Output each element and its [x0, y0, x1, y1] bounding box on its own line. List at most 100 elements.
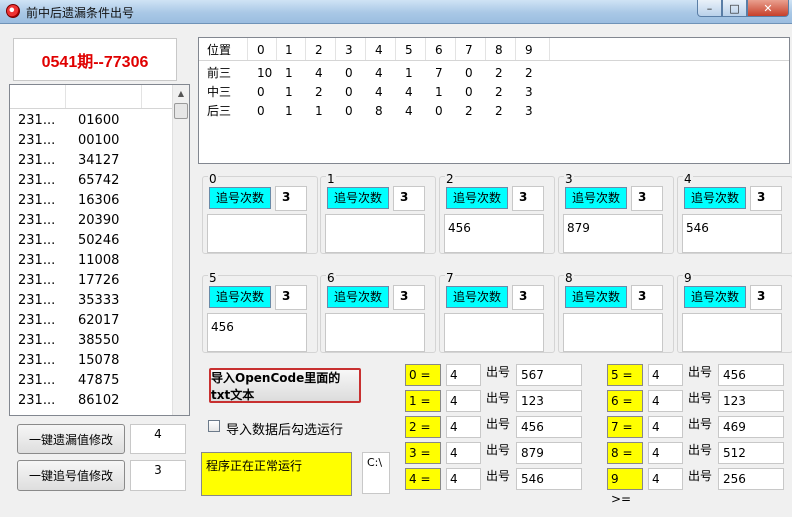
chase-count-field[interactable]: 3 [750, 186, 782, 211]
list-item[interactable]: 231... 17726 [10, 271, 174, 291]
chase-count-field[interactable]: 3 [393, 285, 425, 310]
list-item[interactable]: 231... 65742 [10, 171, 174, 191]
condition-output-field[interactable]: 567 [516, 364, 582, 386]
condition-value-field[interactable]: 4 [446, 364, 481, 386]
list-item[interactable]: 231... 62017 [10, 311, 174, 331]
condition-output-field[interactable]: 546 [516, 468, 582, 490]
path-field[interactable]: C:\ [362, 452, 390, 494]
group-result-field[interactable]: 456 [207, 313, 307, 352]
maximize-button[interactable]: □ [722, 0, 747, 17]
list-item[interactable]: 231... 38550 [10, 331, 174, 351]
group-result-field[interactable]: 546 [682, 214, 782, 253]
list-item[interactable]: 231... 50246 [10, 231, 174, 251]
table-header-cell[interactable]: 2 [315, 42, 323, 58]
table-header-cell[interactable]: 位置 [207, 42, 231, 58]
header-divider [276, 38, 277, 60]
list-item[interactable]: 231... 16306 [10, 191, 174, 211]
chase-modify-button[interactable]: 一键追号值修改 [17, 460, 125, 491]
condition-output-field[interactable]: 256 [718, 468, 784, 490]
group-result-field[interactable] [444, 313, 544, 352]
chase-count-label: 追号次数 [327, 187, 389, 209]
condition-value-field[interactable]: 4 [446, 416, 481, 438]
omission-value-field[interactable]: 4 [130, 424, 186, 454]
list-item[interactable]: 231... 01600 [10, 111, 174, 131]
list-header-col-1[interactable] [10, 85, 66, 108]
condition-output-field[interactable]: 123 [718, 390, 784, 412]
group-result-field[interactable] [325, 313, 425, 352]
table-header-cell[interactable]: 3 [345, 42, 353, 58]
group-result-field[interactable] [325, 214, 425, 253]
list-item[interactable]: 231... 00100 [10, 131, 174, 151]
chase-count-field[interactable]: 3 [275, 285, 307, 310]
group-2: 2 追号次数 3 456 [439, 173, 555, 254]
condition-label: 9 >= [607, 468, 643, 506]
position-table[interactable]: 位置 0 1 2 3 4 5 6 7 8 9 前三 10 1 4 0 4 1 7 0 2 2 中三 0 1 2 0 4 4 1 0 2 3 后三… [198, 37, 790, 164]
list-item-number: 11008 [78, 253, 120, 268]
chase-count-field[interactable]: 3 [631, 186, 663, 211]
table-cell: 1 [315, 104, 323, 118]
app-icon [6, 4, 20, 18]
group-result-field[interactable]: 456 [444, 214, 544, 253]
condition-value-field[interactable]: 4 [446, 468, 481, 490]
table-header-cell[interactable]: 5 [405, 42, 413, 58]
header-divider [395, 38, 396, 60]
chase-count-field[interactable]: 3 [393, 186, 425, 211]
history-list[interactable]: 231... 01600 231... 00100 231... 34127 231... 6… [9, 84, 190, 416]
list-item[interactable]: 231... 47875 [10, 371, 174, 391]
condition-value-field[interactable]: 4 [446, 442, 481, 464]
list-scrollbar[interactable]: ▲ [172, 85, 189, 415]
condition-value-field[interactable]: 4 [648, 468, 683, 490]
condition-output-field[interactable]: 456 [718, 364, 784, 386]
table-header-cell[interactable]: 4 [375, 42, 383, 58]
table-header-cell[interactable]: 1 [285, 42, 293, 58]
list-item[interactable]: 231... 20390 [10, 211, 174, 231]
chase-count-field[interactable]: 3 [631, 285, 663, 310]
chase-count-label: 追号次数 [565, 286, 627, 308]
condition-output-field[interactable]: 456 [516, 416, 582, 438]
condition-value-field[interactable]: 4 [648, 364, 683, 386]
table-header-cell[interactable]: 7 [465, 42, 473, 58]
list-item[interactable]: 231... 86102 [10, 391, 174, 411]
table-header-cell[interactable]: 0 [257, 42, 265, 58]
chase-count-field[interactable]: 3 [275, 186, 307, 211]
table-header-cell[interactable]: 8 [495, 42, 503, 58]
list-item-id: 231... [18, 273, 56, 288]
condition-value-field[interactable]: 4 [648, 390, 683, 412]
minimize-button[interactable]: – [697, 0, 722, 17]
header-divider [305, 38, 306, 60]
list-item[interactable]: 231... 15078 [10, 351, 174, 371]
list-header-col-2[interactable] [66, 85, 142, 108]
auto-run-checkbox[interactable] [208, 420, 220, 432]
condition-output-field[interactable]: 469 [718, 416, 784, 438]
group-result-field[interactable]: 879 [563, 214, 663, 253]
group-result-field[interactable] [682, 313, 782, 352]
omission-modify-button[interactable]: 一键遗漏值修改 [17, 424, 125, 454]
group-result-field[interactable] [207, 214, 307, 253]
condition-output-field[interactable]: 879 [516, 442, 582, 464]
group-result-field[interactable] [563, 313, 663, 352]
chase-count-field[interactable]: 3 [750, 285, 782, 310]
list-item-number: 86102 [78, 393, 120, 408]
table-cell: 中三 [207, 85, 232, 99]
condition-value-field[interactable]: 4 [648, 416, 683, 438]
scroll-thumb[interactable] [174, 103, 188, 119]
table-cell: 1 [435, 85, 443, 99]
import-opencode-button[interactable]: 导入OpenCode里面的txt文本 [209, 368, 361, 403]
output-label: 出号 [688, 417, 713, 431]
chase-count-field[interactable]: 3 [512, 285, 544, 310]
condition-value-field[interactable]: 4 [446, 390, 481, 412]
chase-count-field[interactable]: 3 [512, 186, 544, 211]
list-item[interactable]: 231... 35333 [10, 291, 174, 311]
list-item[interactable]: 231... 34127 [10, 151, 174, 171]
auto-run-label[interactable]: 导入数据后勾选运行 [226, 419, 343, 438]
scroll-up-icon[interactable]: ▲ [173, 85, 189, 102]
condition-output-field[interactable]: 512 [718, 442, 784, 464]
status-field[interactable]: 程序正在正常运行 [201, 452, 352, 496]
condition-value-field[interactable]: 4 [648, 442, 683, 464]
chase-value-field[interactable]: 3 [130, 460, 186, 491]
list-item[interactable]: 231... 11008 [10, 251, 174, 271]
close-button[interactable]: ✕ [747, 0, 789, 17]
condition-output-field[interactable]: 123 [516, 390, 582, 412]
table-header-cell[interactable]: 6 [435, 42, 443, 58]
table-header-cell[interactable]: 9 [525, 42, 533, 58]
